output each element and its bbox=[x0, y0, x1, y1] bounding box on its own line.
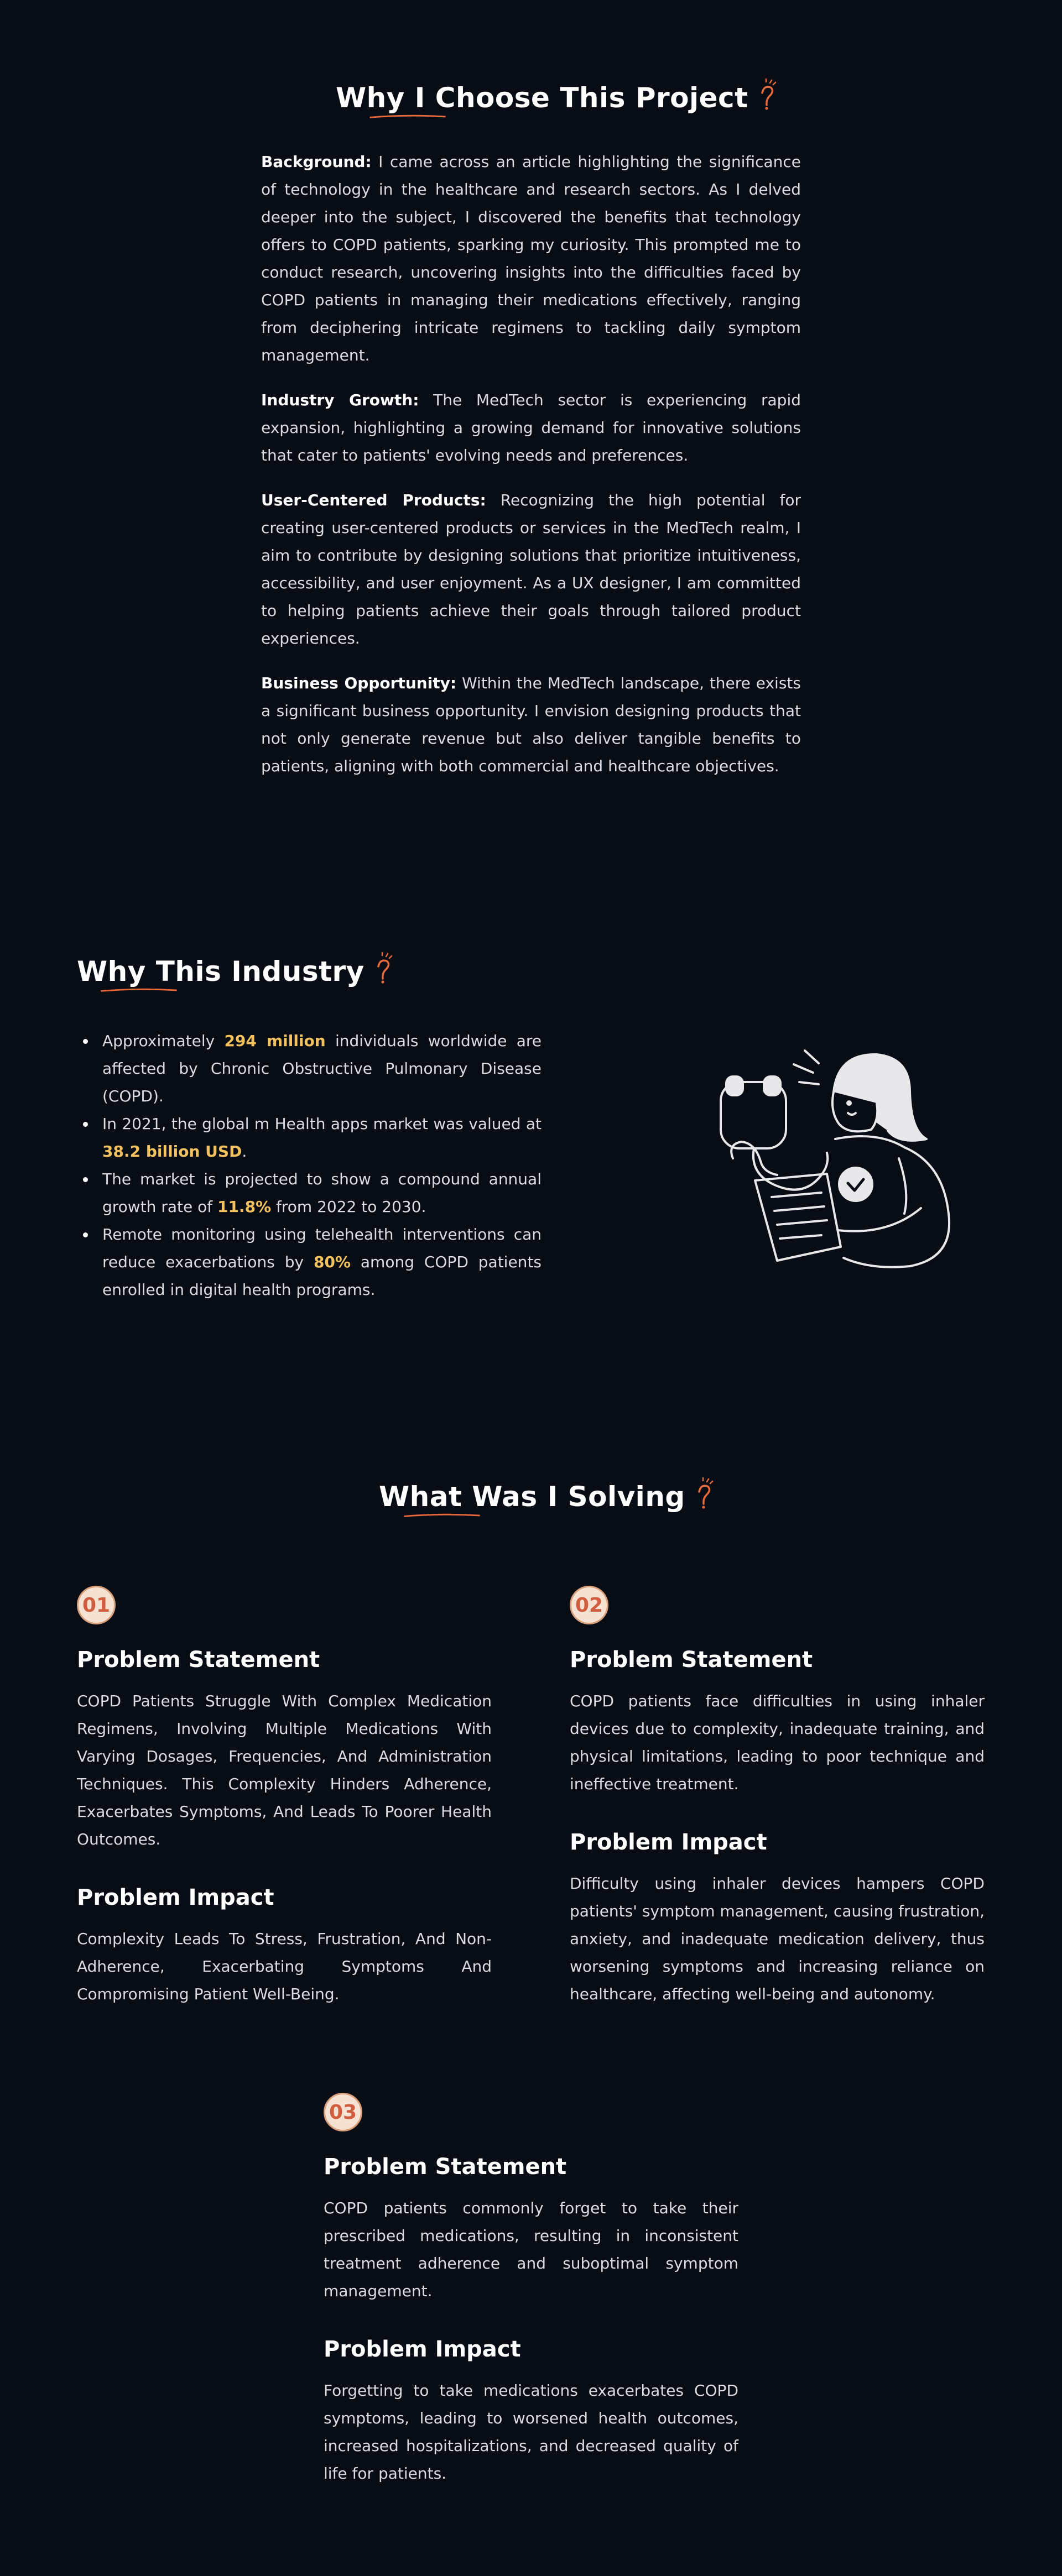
doctor-with-stethoscope-illustration bbox=[720, 1049, 951, 1268]
paragraph-text: Recognizing the high potential for creat… bbox=[261, 491, 801, 647]
fact-text: In 2021, the global m Health apps market… bbox=[102, 1115, 542, 1133]
step-number-badge: 02 bbox=[570, 1586, 608, 1624]
paragraph-label: Business Opportunity: bbox=[261, 674, 457, 692]
section-title-text: What Was I Solving bbox=[379, 1481, 685, 1513]
problem-impact-text: Forgetting to take medications exacerbat… bbox=[324, 2381, 738, 2483]
problem-card-2: 02 Problem Statement COPD patients face … bbox=[570, 1586, 985, 2008]
paragraph-background: Background: I came across an article hig… bbox=[261, 148, 801, 369]
fact-text: . bbox=[242, 1142, 247, 1161]
problem-impact-text: Difficulty using inhaler devices hampers… bbox=[570, 1874, 985, 2003]
title-underline bbox=[404, 1513, 480, 1517]
paragraph-label: Industry Growth: bbox=[261, 391, 419, 409]
fact-text: Approximately bbox=[102, 1032, 225, 1050]
fact-highlight: 11.8% bbox=[217, 1198, 272, 1216]
section-title-text: Why This Industry bbox=[77, 955, 365, 987]
step-number-badge: 01 bbox=[77, 1586, 116, 1624]
paragraph-label: User-Centered Products: bbox=[261, 491, 486, 509]
problem-card-3: 03 Problem Statement COPD patients commo… bbox=[324, 2093, 738, 2488]
fact-highlight: 38.2 billion USD bbox=[102, 1142, 242, 1161]
paragraph-text: I came across an article highlighting th… bbox=[261, 153, 801, 364]
paragraph-user-centered: User-Centered Products: Recognizing the … bbox=[261, 487, 801, 652]
section-title-solving: What Was I Solving bbox=[379, 1477, 714, 1517]
problem-impact-text: Complexity Leads To Stress, Frustration,… bbox=[77, 1930, 492, 2003]
project-paragraphs: Background: I came across an article hig… bbox=[261, 148, 801, 797]
paragraph-label: Background: bbox=[261, 153, 372, 171]
paragraph-industry-growth: Industry Growth: The MedTech sector is e… bbox=[261, 386, 801, 469]
problem-statement-text: COPD Patients Struggle With Complex Medi… bbox=[77, 1692, 492, 1848]
sparkle-icon bbox=[377, 952, 393, 984]
problem-statement-heading: Problem Statement bbox=[77, 1647, 320, 1673]
list-item: Remote monitoring using telehealth inter… bbox=[77, 1221, 542, 1304]
problem-statement-text: COPD patients face difficulties in using… bbox=[570, 1692, 985, 1793]
problem-statement-heading: Problem Statement bbox=[570, 1647, 813, 1673]
fact-text: from 2022 to 2030. bbox=[271, 1198, 426, 1216]
step-number-badge: 03 bbox=[324, 2093, 362, 2131]
section-title-project: Why I Choose This Project bbox=[336, 79, 777, 118]
list-item: The market is projected to show a compou… bbox=[77, 1166, 542, 1221]
section-title-industry: Why This Industry bbox=[77, 952, 393, 992]
title-underline bbox=[100, 988, 177, 992]
fact-highlight: 80% bbox=[313, 1253, 351, 1271]
sparkle-icon bbox=[697, 1477, 713, 1509]
list-item: In 2021, the global m Health apps market… bbox=[77, 1110, 542, 1166]
problem-statement-heading: Problem Statement bbox=[324, 2154, 567, 2180]
title-underline bbox=[369, 114, 446, 118]
problem-impact-heading: Problem Impact bbox=[77, 1885, 274, 1910]
problem-card-1: 01 Problem Statement COPD Patients Strug… bbox=[77, 1586, 492, 2008]
paragraph-business: Business Opportunity: Within the MedTech… bbox=[261, 670, 801, 780]
section-title-text: Why I Choose This Project bbox=[336, 82, 748, 114]
fact-highlight: 294 million bbox=[224, 1032, 326, 1050]
industry-facts-list: Approximately 294 million individuals wo… bbox=[77, 1027, 542, 1304]
problem-impact-heading: Problem Impact bbox=[324, 2337, 521, 2362]
sparkle-icon bbox=[761, 79, 776, 110]
problem-impact-heading: Problem Impact bbox=[570, 1830, 767, 1855]
list-item: Approximately 294 million individuals wo… bbox=[77, 1027, 542, 1110]
problem-statement-text: COPD patients commonly forget to take th… bbox=[324, 2199, 738, 2300]
